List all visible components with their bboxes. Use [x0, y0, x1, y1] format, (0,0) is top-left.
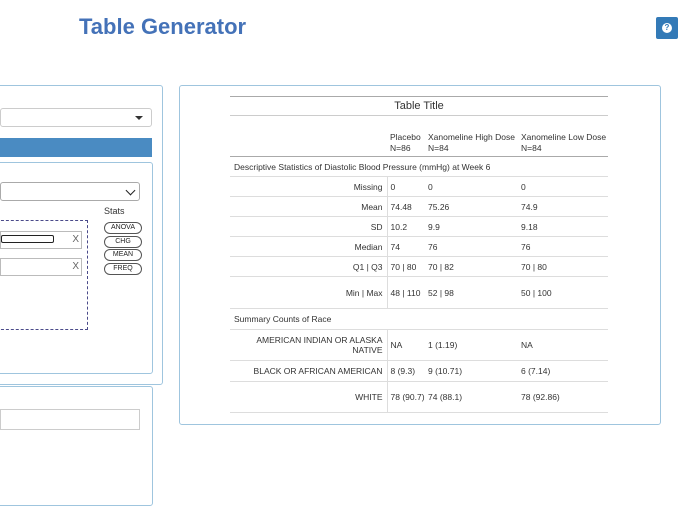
- stats-label: Stats: [104, 206, 125, 216]
- table-row: WHITE 78 (90.7) 74 (88.1) 78 (92.86): [230, 381, 608, 413]
- column-header: Xanomeline Low Dose N=84: [518, 115, 608, 157]
- drop-block-1[interactable]: X: [0, 231, 82, 249]
- stat-chg-button[interactable]: CHG: [104, 236, 142, 248]
- drop-block-2[interactable]: X: [0, 258, 82, 276]
- table-row: Mean 74.48 75.26 74.9: [230, 196, 608, 217]
- table-row: Q1 | Q3 70 | 80 70 | 82 70 | 80: [230, 256, 608, 277]
- stat-mean-button[interactable]: MEAN: [104, 249, 142, 261]
- table-title: Table Title: [230, 96, 608, 116]
- table-row: Min | Max 48 | 110 52 | 98 50 | 100: [230, 276, 608, 309]
- left-lower-panel: [0, 386, 153, 506]
- column-header: Xanomeline High Dose N=84: [425, 115, 518, 157]
- help-button[interactable]: ?: [656, 17, 678, 39]
- block-select[interactable]: [1, 235, 54, 243]
- text-input[interactable]: [0, 409, 140, 430]
- table-row: AMERICAN INDIAN OR ALASKA NATIVE NA 1 (1.1…: [230, 329, 608, 361]
- output-table: Table Title Placebo N=86 Xanomeline High …: [230, 96, 608, 413]
- stat-freq-button[interactable]: FREQ: [104, 263, 142, 275]
- chevron-down-icon: [125, 185, 136, 196]
- remove-block-button[interactable]: X: [72, 234, 79, 245]
- dataset-select[interactable]: [0, 108, 152, 127]
- variable-select[interactable]: [0, 182, 140, 201]
- question-icon: ?: [662, 23, 672, 33]
- table-row: BLACK OR AFRICAN AMERICAN 8 (9.3) 9 (10.71…: [230, 360, 608, 382]
- remove-block-button[interactable]: X: [72, 261, 79, 272]
- table-header-row: Placebo N=86 Xanomeline High Dose N=84 Xan…: [230, 115, 608, 157]
- caret-down-icon: [135, 116, 143, 120]
- table-row: Missing 0 0 0: [230, 176, 608, 197]
- section-title-row: Summary Counts of Race: [230, 308, 608, 330]
- page-title: Table Generator: [79, 14, 247, 39]
- stat-anova-button[interactable]: ANOVA: [104, 222, 142, 234]
- section-title-row: Descriptive Statistics of Diastolic Bloo…: [230, 156, 608, 177]
- table-row: SD 10.2 9.9 9.18: [230, 216, 608, 237]
- table-row: Median 74 76 76: [230, 236, 608, 257]
- column-header: Placebo N=86: [387, 115, 425, 157]
- section-header-bar[interactable]: [0, 138, 152, 157]
